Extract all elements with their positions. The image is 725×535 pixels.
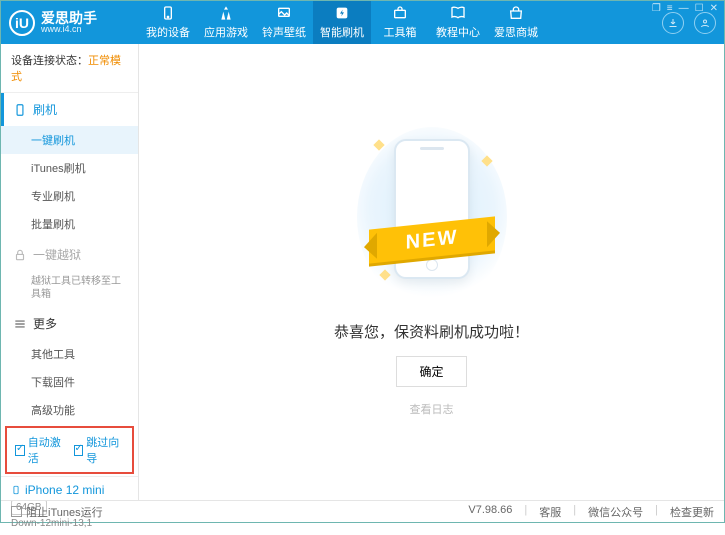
support-link[interactable]: 客服 bbox=[539, 504, 561, 520]
phone-icon bbox=[159, 5, 177, 21]
phone-icon bbox=[13, 103, 27, 117]
apps-icon bbox=[217, 5, 235, 21]
checkbox-label: 自动激活 bbox=[28, 434, 66, 466]
window-controls: ❐ ≡ — ☐ ✕ bbox=[652, 3, 718, 14]
user-button[interactable] bbox=[694, 12, 716, 34]
checkbox-icon bbox=[15, 445, 25, 456]
version-label: V7.98.66 bbox=[468, 504, 512, 520]
sidebar-item-oneclick[interactable]: 一键刷机 bbox=[1, 126, 138, 154]
sidebar-header-more[interactable]: 更多 bbox=[1, 307, 138, 340]
ok-button[interactable]: 确定 bbox=[396, 356, 466, 387]
win-close-icon[interactable]: ✕ bbox=[710, 3, 718, 14]
nav-tutorials[interactable]: 教程中心 bbox=[429, 1, 487, 44]
app-window: ❐ ≡ — ☐ ✕ iU 爱思助手 www.i4.cn 我的设备 应用游戏 铃声 bbox=[0, 0, 725, 523]
titlebar-actions bbox=[662, 12, 716, 34]
app-logo: iU 爱思助手 www.i4.cn bbox=[9, 10, 139, 36]
sidebar-item-pro[interactable]: 专业刷机 bbox=[1, 182, 138, 210]
sidebar-item-batch[interactable]: 批量刷机 bbox=[1, 210, 138, 238]
menu-icon bbox=[13, 317, 27, 331]
sidebar-item-download[interactable]: 下载固件 bbox=[1, 368, 138, 396]
main-content: NEW 恭喜您，保资料刷机成功啦！ 确定 查看日志 bbox=[139, 44, 724, 500]
nav-toolbox[interactable]: 工具箱 bbox=[371, 1, 429, 44]
success-illustration: NEW bbox=[357, 127, 507, 307]
device-name-text: iPhone 12 mini bbox=[25, 483, 104, 497]
update-link[interactable]: 检查更新 bbox=[670, 504, 714, 520]
nav-ringtones[interactable]: 铃声壁纸 bbox=[255, 1, 313, 44]
book-icon bbox=[449, 5, 467, 21]
logo-icon: iU bbox=[9, 10, 35, 36]
sidebar: 设备连接状态：正常模式 刷机 一键刷机 iTunes刷机 专业刷机 批量刷机 一… bbox=[1, 44, 139, 500]
flash-icon bbox=[333, 5, 351, 21]
jailbreak-note: 越狱工具已转移至工具箱 bbox=[31, 275, 130, 301]
nav-label: 教程中心 bbox=[436, 24, 480, 40]
nav-flash[interactable]: 智能刷机 bbox=[313, 1, 371, 44]
nav-apps[interactable]: 应用游戏 bbox=[197, 1, 255, 44]
nav-label: 工具箱 bbox=[384, 24, 417, 40]
top-nav: 我的设备 应用游戏 铃声壁纸 智能刷机 工具箱 教程中心 bbox=[139, 1, 545, 44]
checkbox-auto-activate[interactable]: 自动激活 bbox=[15, 434, 66, 466]
checkbox-skip-guide[interactable]: 跳过向导 bbox=[74, 434, 125, 466]
sidebar-item-itunes[interactable]: iTunes刷机 bbox=[1, 154, 138, 182]
download-button[interactable] bbox=[662, 12, 684, 34]
success-message: 恭喜您，保资料刷机成功啦！ bbox=[334, 321, 529, 342]
title-bar: iU 爱思助手 www.i4.cn 我的设备 应用游戏 铃声壁纸 智能刷机 bbox=[1, 1, 724, 44]
toolbox-icon bbox=[391, 5, 409, 21]
nav-label: 铃声壁纸 bbox=[262, 24, 306, 40]
body: 设备连接状态：正常模式 刷机 一键刷机 iTunes刷机 专业刷机 批量刷机 一… bbox=[1, 44, 724, 500]
nav-label: 我的设备 bbox=[146, 24, 190, 40]
conn-label: 设备连接状态： bbox=[11, 55, 88, 67]
lock-icon bbox=[13, 248, 27, 262]
connection-status: 设备连接状态：正常模式 bbox=[1, 44, 138, 93]
win-skin-icon[interactable]: ❐ bbox=[652, 3, 661, 14]
nav-label: 爱思商城 bbox=[494, 24, 538, 40]
wallpaper-icon bbox=[275, 5, 293, 21]
view-log-link[interactable]: 查看日志 bbox=[410, 401, 454, 417]
header-label: 刷机 bbox=[33, 101, 57, 118]
checkbox-icon bbox=[74, 445, 84, 456]
app-name: 爱思助手 bbox=[41, 11, 97, 25]
header-label: 更多 bbox=[33, 315, 57, 332]
sidebar-header-flash[interactable]: 刷机 bbox=[1, 93, 138, 126]
sidebar-header-jailbreak: 一键越狱 bbox=[1, 238, 138, 271]
phone-icon bbox=[11, 483, 21, 497]
sidebar-item-advanced[interactable]: 高级功能 bbox=[1, 396, 138, 424]
device-name: iPhone 12 mini bbox=[11, 483, 128, 497]
nav-my-device[interactable]: 我的设备 bbox=[139, 1, 197, 44]
sidebar-item-other[interactable]: 其他工具 bbox=[1, 340, 138, 368]
block-itunes-label[interactable]: 阻止iTunes运行 bbox=[26, 504, 103, 520]
app-url: www.i4.cn bbox=[41, 25, 97, 34]
nav-store[interactable]: 爱思商城 bbox=[487, 1, 545, 44]
header-label: 一键越狱 bbox=[33, 246, 81, 263]
status-bar: 阻止iTunes运行 V7.98.66 | 客服 | 微信公众号 | 检查更新 bbox=[1, 500, 724, 522]
highlight-box: 自动激活 跳过向导 bbox=[5, 426, 134, 474]
win-menu-icon[interactable]: ≡ bbox=[667, 3, 673, 14]
nav-label: 应用游戏 bbox=[204, 24, 248, 40]
nav-label: 智能刷机 bbox=[320, 24, 364, 40]
checkbox-icon[interactable] bbox=[11, 506, 22, 517]
store-icon bbox=[507, 5, 525, 21]
checkbox-label: 跳过向导 bbox=[86, 434, 124, 466]
win-max-icon[interactable]: ☐ bbox=[695, 3, 704, 14]
win-min-icon[interactable]: — bbox=[679, 3, 689, 14]
wechat-link[interactable]: 微信公众号 bbox=[588, 504, 643, 520]
